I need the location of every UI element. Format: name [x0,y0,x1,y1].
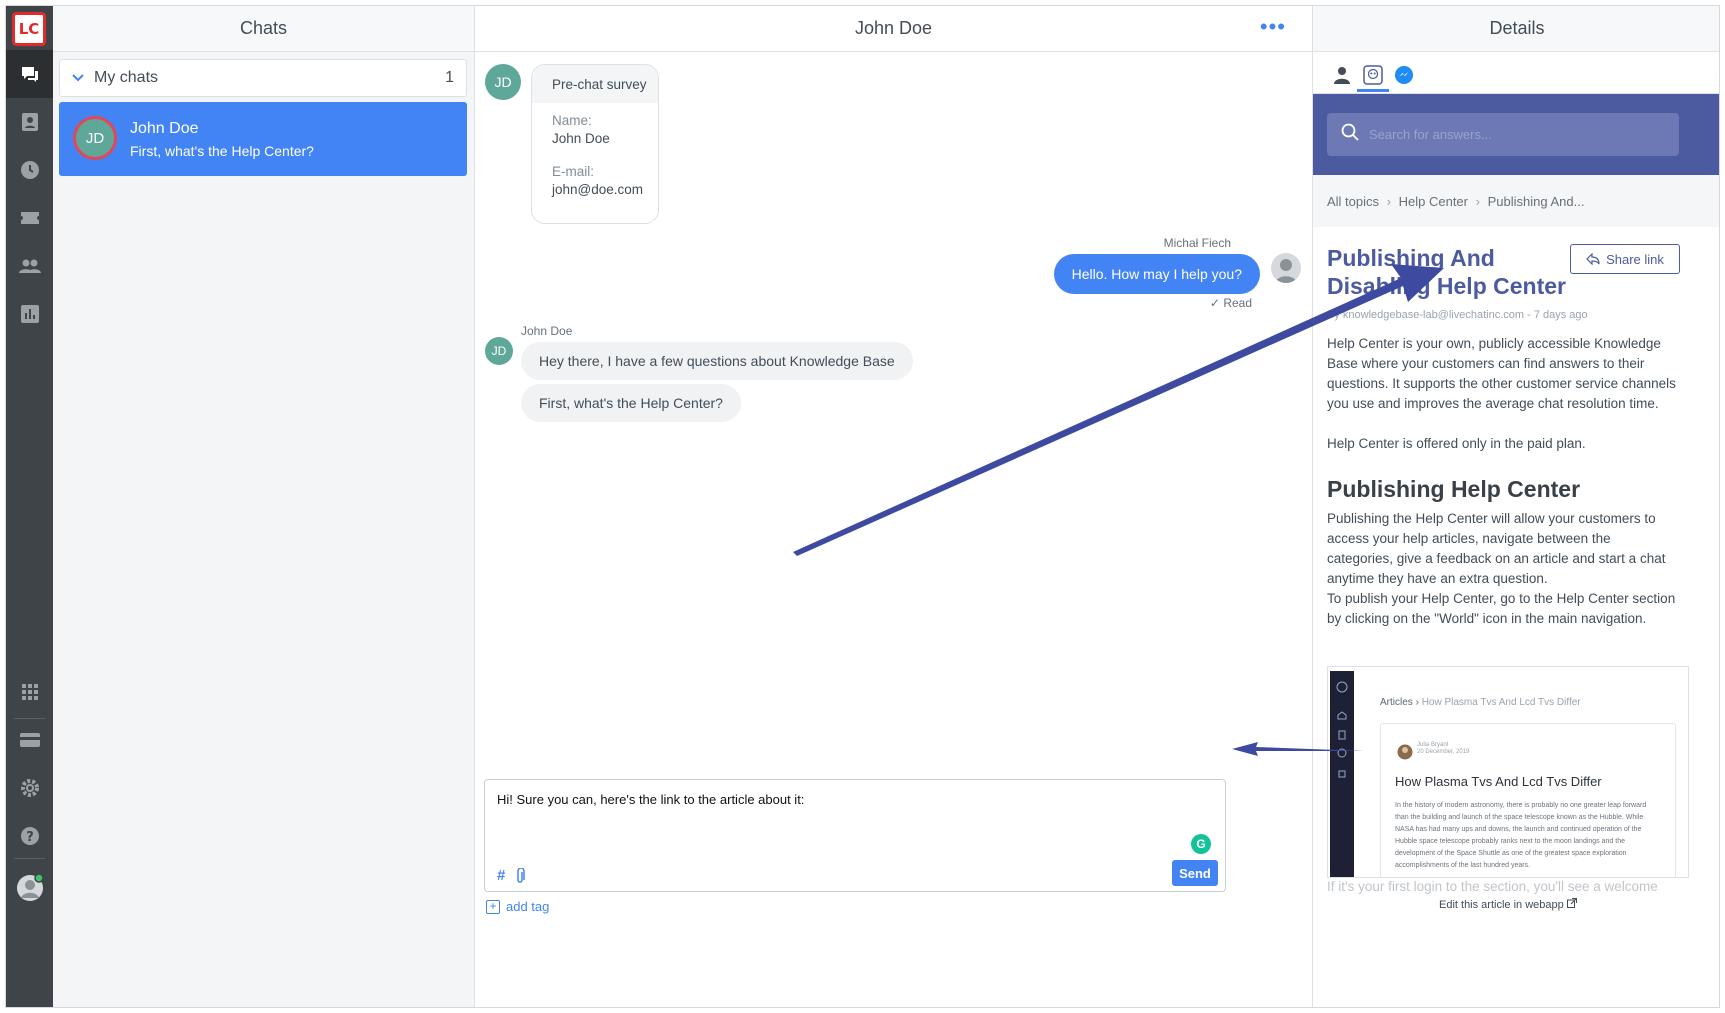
survey-name-label: Name: [552,113,592,128]
avatar: JD [73,116,117,160]
survey-email-value: john@doe.com [552,182,644,197]
send-button[interactable]: Send [1172,860,1218,886]
article-screenshot: Articles › How Plasma Tvs And Lcd Tvs Di… [1327,666,1689,878]
visitor-tab-icon[interactable] [1329,62,1355,88]
conversation-header: John Doe ••• [475,6,1312,52]
article-meta: By knowledgebase-lab@livechatinc.com - 7… [1327,309,1588,321]
more-options-icon[interactable]: ••• [1260,16,1286,38]
breadcrumb: All topics › Help Center › Publishing An… [1313,175,1719,227]
my-chats-group[interactable]: My chats 1 [59,59,467,97]
my-chats-label: My chats [94,69,159,86]
chevron-right-icon: › [1475,194,1480,209]
article-paragraph: Help Center is offered only in the paid … [1327,436,1586,451]
article-paragraph: Help Center is your own, publicly access… [1327,336,1676,411]
visitor-message-bubble: Hey there, I have a few questions about … [521,342,913,380]
article-title: Publishing And Disabling Help Center [1327,245,1566,299]
svg-text:?: ? [26,830,34,845]
search-icon [1341,123,1359,146]
tickets-icon[interactable] [6,194,53,242]
billing-icon[interactable] [6,716,53,764]
survey-email-label: E-mail: [552,164,595,179]
edit-in-webapp-link[interactable]: Edit this article in webapp [1433,896,1583,913]
chats-icon[interactable] [6,50,53,98]
screenshot-nav-rail [1330,671,1354,877]
conversation-panel: John Doe ••• JD Pre-chat survey Name: Jo… [475,6,1313,1007]
rail-divider [14,858,45,859]
apps-icon[interactable] [6,668,53,716]
chevron-right-icon: › [1386,194,1391,209]
visitor-avatar: JD [485,337,513,365]
profile-icon[interactable] [6,864,53,912]
article-paragraph: To publish your Help Center, go to the H… [1327,591,1676,626]
agent-name: Michał Fiech [1163,236,1231,250]
breadcrumb-link[interactable]: All topics [1327,194,1379,209]
pre-chat-survey-card: Pre-chat survey Name: John Doe E-mail: j… [531,64,659,224]
share-link-button[interactable]: Share link [1570,244,1680,274]
chat-item-name: John Doe [130,120,199,137]
agent-avatar [1271,253,1301,283]
read-status: ✓ Read [1209,296,1252,310]
article-heading: Publishing Help Center [1327,476,1581,502]
breadcrumb-link[interactable]: Help Center [1399,194,1468,209]
details-panel: Details Search for answers... All topics [1313,6,1719,1007]
knowledgebase-tab-icon[interactable] [1360,62,1386,88]
plus-icon: + [486,899,500,914]
app-window: LC ? Chats My chats 1 JD John Doe First,… [5,5,1720,1008]
active-tab-indicator [1357,89,1389,92]
kb-search-input[interactable]: Search for answers... [1327,113,1679,156]
share-icon [1586,253,1600,265]
chats-header: Chats [53,6,474,52]
conversation-title: John Doe [854,18,933,38]
screenshot-article-card: Julia Bryant 20 December, 2019 How Plasm… [1380,723,1676,877]
canned-response-icon[interactable]: # [497,867,505,884]
messenger-tab-icon[interactable] [1391,62,1417,88]
history-icon[interactable] [6,146,53,194]
help-icon[interactable]: ? [6,812,53,860]
visitor-message-bubble: First, what's the Help Center? [521,384,741,422]
screenshot-card-body: In the history of modern astronomy, ther… [1395,802,1647,869]
settings-icon[interactable] [6,764,53,812]
grammarly-icon[interactable]: G [1191,834,1211,854]
check-icon: ✓ [1209,296,1220,310]
survey-title: Pre-chat survey [532,65,658,103]
attachment-icon[interactable] [515,867,525,889]
screenshot-author: Julia Bryant 20 December, 2019 [1417,742,1470,755]
reports-icon[interactable] [6,290,53,338]
chat-item-preview: First, what's the Help Center? [130,143,314,159]
article-paragraph-faded: If it's your first login to the section,… [1327,879,1658,894]
kb-search-header: Search for answers... [1313,94,1719,175]
my-chats-count: 1 [445,69,454,86]
contacts-icon[interactable] [6,98,53,146]
agent-message-bubble: Hello. How may I help you? [1053,254,1260,294]
add-tag-button[interactable]: + add tag [486,899,549,914]
search-placeholder: Search for answers... [1369,127,1492,142]
chat-list-item[interactable]: JD John Doe First, what's the Help Cente… [59,102,467,176]
article-paragraph: Publishing the Help Center will allow yo… [1327,511,1666,586]
livechat-logo: LC [12,12,46,46]
team-icon[interactable] [6,242,53,290]
screenshot-card-title: How Plasma Tvs And Lcd Tvs Differ [1395,774,1602,789]
external-link-icon [1566,898,1577,911]
chats-panel: Chats My chats 1 JD John Doe First, what… [53,6,475,1007]
author-avatar [1397,744,1413,760]
survey-name-value: John Doe [552,131,610,146]
message-composer[interactable]: Hi! Sure you can, here's the link to the… [484,779,1226,892]
visitor-name: John Doe [521,324,573,338]
screenshot-breadcrumb: Articles › How Plasma Tvs And Lcd Tvs Di… [1380,697,1581,708]
left-nav-rail: LC ? [6,6,53,1007]
message-input[interactable]: Hi! Sure you can, here's the link to the… [497,792,804,807]
details-header: Details [1313,6,1719,52]
chevron-down-icon [72,74,84,82]
details-tabs [1313,52,1719,94]
breadcrumb-current: Publishing And... [1487,194,1585,209]
visitor-avatar: JD [485,64,521,100]
